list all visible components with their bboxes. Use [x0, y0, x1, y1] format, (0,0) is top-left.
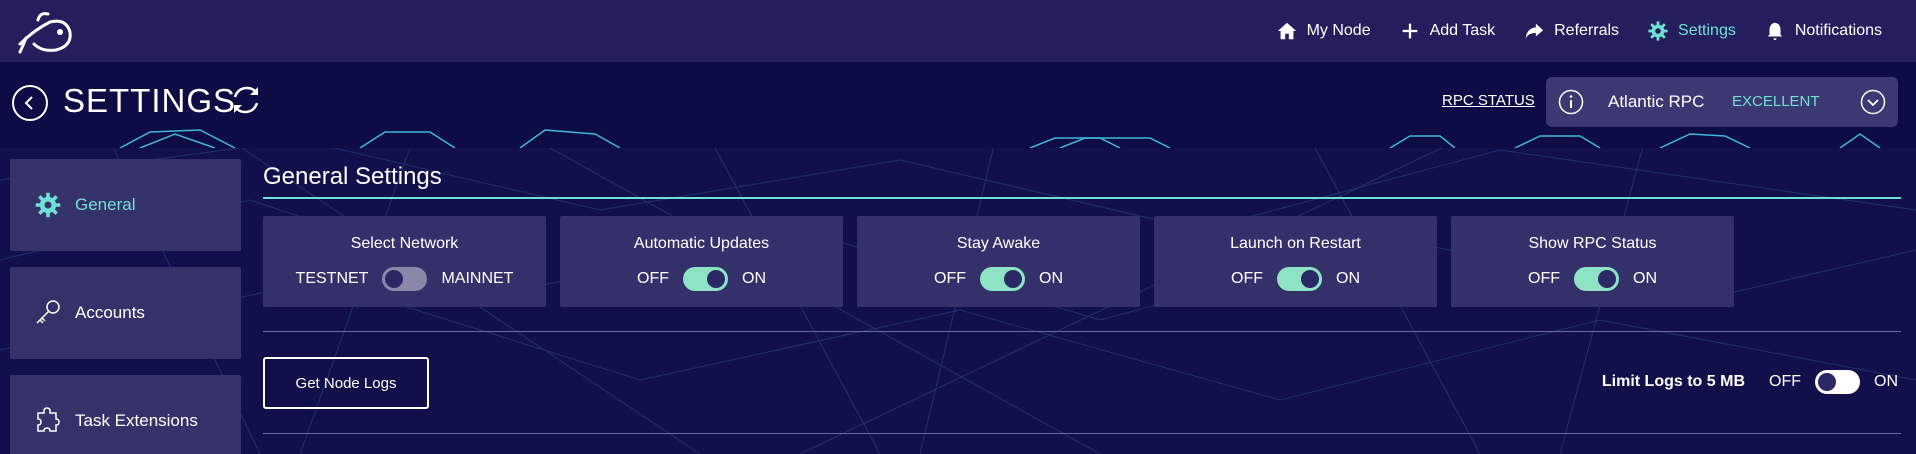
gear-icon: [1648, 21, 1668, 41]
limit-logs-toggle[interactable]: [1815, 370, 1860, 394]
home-icon: [1277, 22, 1296, 40]
rpc-name: Atlantic RPC: [1608, 92, 1705, 111]
chevron-left-icon: [24, 96, 33, 110]
show-rpc-status-card: Show RPC Status OFF ON: [1451, 216, 1734, 307]
toggle-left-label: OFF: [934, 270, 966, 287]
toggle-left-label: OFF: [637, 270, 669, 287]
toggle-right-label: ON: [1039, 270, 1063, 287]
content-divider: [263, 331, 1901, 332]
section-divider: [263, 197, 1901, 199]
sidebar-item-label: Task Extensions: [75, 411, 198, 430]
rpc-quality-badge: EXCELLENT: [1732, 93, 1820, 110]
nav-settings-label: Settings: [1678, 22, 1736, 39]
show-rpc-status-toggle[interactable]: [1574, 267, 1619, 291]
nav-referrals-label: Referrals: [1554, 22, 1620, 39]
limit-logs-label: Limit Logs to 5 MB: [1601, 373, 1745, 390]
toggle-right-label: ON: [742, 270, 766, 287]
automatic-updates-card: Automatic Updates OFF ON: [560, 216, 843, 307]
limit-logs-off-label: OFF: [1769, 373, 1801, 390]
nav-referrals[interactable]: Referrals: [1523, 20, 1619, 42]
network-toggle[interactable]: [382, 267, 428, 291]
plus-icon: [1402, 23, 1417, 39]
toggle-right-label: ON: [1336, 270, 1360, 287]
nav-my-node-label: My Node: [1306, 22, 1371, 39]
sidebar-item-accounts[interactable]: Accounts: [10, 267, 241, 359]
card-title: Stay Awake: [956, 235, 1041, 252]
nav-add-task-label: Add Task: [1429, 22, 1496, 39]
refresh-icon[interactable]: [228, 82, 264, 118]
stay-awake-toggle[interactable]: [980, 267, 1025, 291]
toggle-right-label: MAINNET: [441, 270, 514, 287]
puzzle-icon: [37, 407, 60, 432]
select-network-card: Select Network TESTNET MAINNET: [263, 216, 546, 307]
nav-notifications[interactable]: Notifications: [1764, 20, 1882, 42]
page-title: SETTINGS: [63, 82, 237, 119]
launch-on-restart-toggle[interactable]: [1277, 267, 1322, 291]
top-navigation-bar: My Node Add Task Referrals Settings Noti…: [0, 0, 1916, 62]
card-title: Show RPC Status: [1528, 235, 1657, 252]
toggle-left-label: OFF: [1231, 270, 1263, 287]
limit-logs-setting: Limit Logs to 5 MB OFF ON: [1602, 370, 1898, 394]
sidebar-item-general[interactable]: General: [10, 159, 241, 251]
card-title: Launch on Restart: [1230, 235, 1361, 252]
toggle-left-label: TESTNET: [295, 270, 369, 287]
sidebar-item-label: General: [75, 195, 136, 214]
key-icon: [36, 300, 60, 324]
sidebar-item-task-extensions[interactable]: Task Extensions: [10, 375, 241, 454]
toggle-right-label: ON: [1633, 270, 1657, 287]
fish-logo-icon[interactable]: [16, 8, 74, 54]
rpc-selector[interactable]: Atlantic RPC EXCELLENT: [1546, 77, 1898, 127]
toggle-left-label: OFF: [1528, 270, 1560, 287]
nav-my-node[interactable]: My Node: [1276, 20, 1371, 42]
limit-logs-on-label: ON: [1874, 373, 1898, 390]
sidebar-item-label: Accounts: [75, 303, 145, 322]
automatic-updates-toggle[interactable]: [683, 267, 728, 291]
rpc-status-link[interactable]: RPC STATUS: [1442, 92, 1535, 109]
back-button[interactable]: [12, 85, 48, 121]
stay-awake-card: Stay Awake OFF ON: [857, 216, 1140, 307]
nav-add-task[interactable]: Add Task: [1399, 20, 1496, 42]
card-title: Select Network: [350, 235, 459, 252]
nav-notifications-label: Notifications: [1794, 22, 1882, 39]
get-node-logs-button[interactable]: Get Node Logs: [263, 357, 429, 409]
card-title: Automatic Updates: [633, 235, 770, 252]
section-title: General Settings: [263, 163, 442, 190]
chevron-down-icon[interactable]: [1860, 89, 1886, 115]
share-arrow-icon: [1525, 23, 1544, 39]
nav-settings[interactable]: Settings: [1647, 20, 1736, 42]
content-divider-bottom: [263, 433, 1901, 434]
info-icon[interactable]: [1558, 89, 1584, 115]
bell-icon: [1767, 22, 1783, 41]
gear-icon: [35, 192, 61, 218]
launch-on-restart-card: Launch on Restart OFF ON: [1154, 216, 1437, 307]
